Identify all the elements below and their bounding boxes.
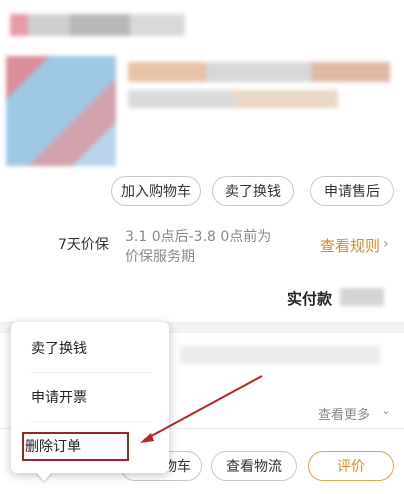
product-thumbnail-blurred[interactable]	[6, 56, 116, 166]
payment-label: 实付款	[287, 290, 333, 308]
after-sales-button[interactable]: 申请售后	[310, 176, 394, 206]
price-protect-label: 7天价保	[58, 237, 109, 253]
view-more-link[interactable]: 查看更多	[318, 404, 370, 423]
add-to-cart-button[interactable]: 加入购物车	[111, 176, 201, 206]
payment-amount-blurred	[340, 288, 384, 306]
chevron-right-icon: ›	[383, 236, 389, 252]
store-name-blurred	[10, 14, 185, 36]
view-rules-link[interactable]: 查看规则	[320, 235, 380, 256]
price-protect-desc-line1: 3.1 0点后-3.8 0点前为	[125, 229, 272, 245]
second-order-blurred	[180, 346, 380, 364]
popup-item-sell[interactable]: 卖了换钱	[11, 324, 169, 372]
sell-button[interactable]: 卖了换钱	[212, 176, 294, 206]
chevron-down-icon: ⌄	[381, 403, 392, 417]
price-protect-desc-line2: 价保服务期	[125, 249, 195, 265]
popup-item-invoice[interactable]: 申请开票	[11, 373, 169, 421]
product-subtitle-blurred	[128, 90, 338, 108]
product-title-blurred	[128, 62, 390, 82]
review-button[interactable]: 评价	[308, 451, 394, 481]
delete-order-highlight	[22, 432, 129, 461]
view-logistics-button[interactable]: 查看物流	[211, 451, 297, 481]
popup-pointer	[36, 472, 52, 481]
